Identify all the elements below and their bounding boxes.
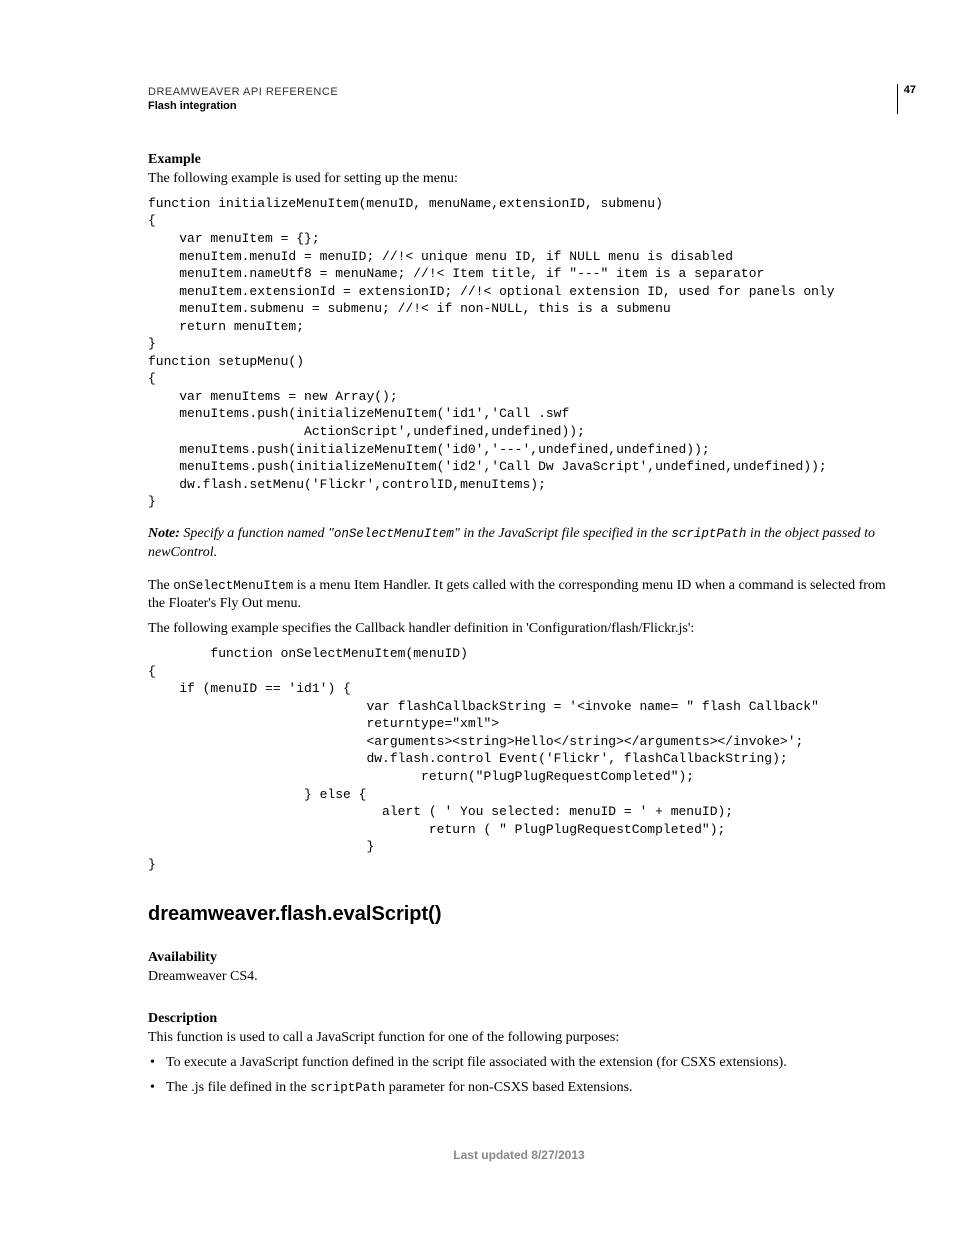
note-paragraph: Note: Specify a function named "onSelect… [148,525,890,563]
bullet2-code: scriptPath [310,1081,385,1095]
api-heading: dreamweaver.flash.evalScript() [148,903,890,926]
example-heading: Example [148,152,890,168]
note-code-2: scriptPath [671,527,746,541]
example-intro: The following example is used for settin… [148,170,890,189]
note-label: Note: [148,526,180,541]
code-block-onselect: function onSelectMenuItem(menuID) { if (… [148,645,890,873]
bullet-item-2: The .js file defined in the scriptPath p… [166,1079,890,1098]
paragraph-handler: The onSelectMenuItem is a menu Item Hand… [148,577,890,615]
bullet2-pre: The .js file defined in the [166,1080,310,1095]
note-text-mid: " in the JavaScript file specified in th… [454,526,671,541]
description-heading: Description [148,1011,890,1027]
code-block-setup-menu: function initializeMenuItem(menuID, menu… [148,195,890,511]
footer-last-updated: Last updated 8/27/2013 [148,1148,890,1162]
availability-heading: Availability [148,950,890,966]
availability-text: Dreamweaver CS4. [148,968,890,987]
note-text-pre: Specify a function named " [180,526,334,541]
paragraph-callback-intro: The following example specifies the Call… [148,620,890,639]
doc-section-title: Flash integration [148,100,890,112]
doc-reference-title: DREAMWEAVER API REFERENCE [148,86,890,98]
bullet2-post: parameter for non-CSXS based Extensions. [385,1080,632,1095]
page-container: 47 DREAMWEAVER API REFERENCE Flash integ… [0,0,954,1202]
para1-pre: The [148,578,173,593]
note-code-1: onSelectMenuItem [334,527,454,541]
description-text: This function is used to call a JavaScri… [148,1029,890,1048]
para1-code: onSelectMenuItem [173,579,293,593]
description-bullets: To execute a JavaScript function defined… [148,1054,890,1098]
bullet-item-1: To execute a JavaScript function defined… [166,1054,890,1073]
page-number: 47 [897,84,916,114]
